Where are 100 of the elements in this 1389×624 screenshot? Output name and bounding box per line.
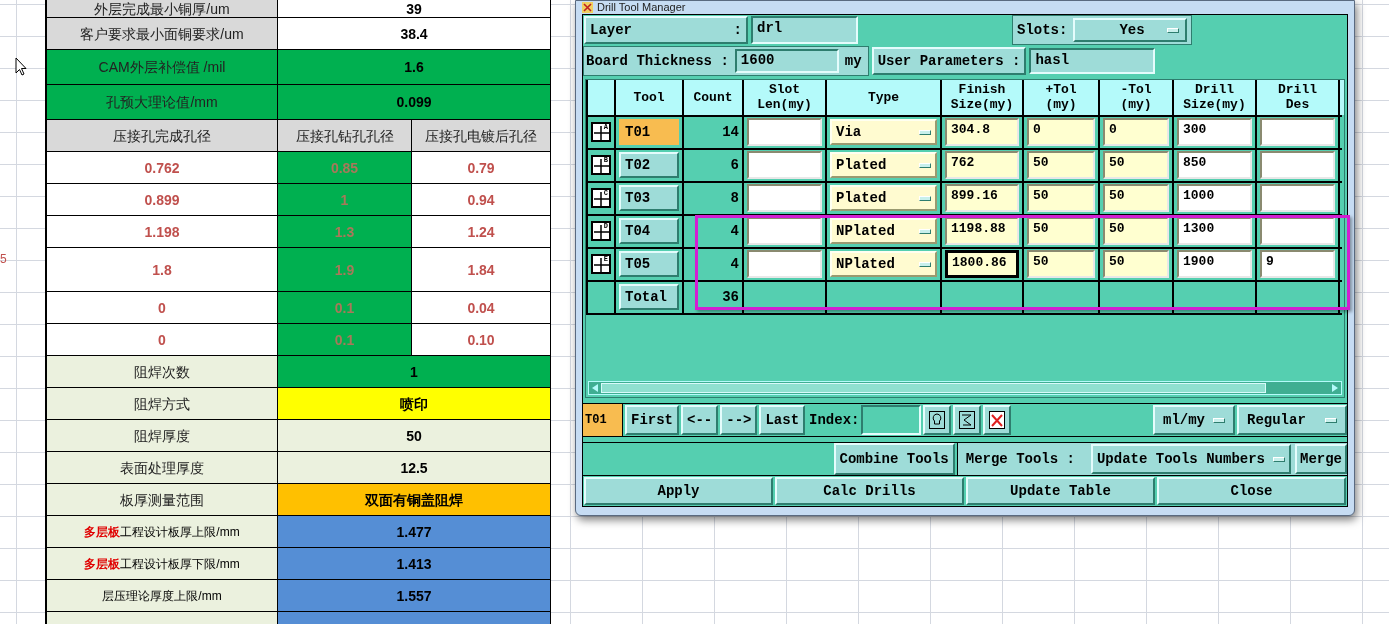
- input-field[interactable]: [747, 184, 822, 213]
- table-cell-text: 4: [730, 221, 739, 241]
- units-dropdown[interactable]: ml/my: [1153, 405, 1235, 436]
- table-cell: 阻焊厚度: [47, 420, 278, 452]
- nav-button[interactable]: Last: [759, 405, 806, 436]
- table-cell: [588, 281, 614, 313]
- delete-button[interactable]: [983, 405, 1012, 436]
- table-cell: 0.79: [412, 152, 551, 184]
- table-cell: 1.84: [412, 248, 551, 292]
- tool-button[interactable]: T01: [619, 119, 679, 146]
- input-field[interactable]: 0: [1027, 118, 1095, 147]
- table-cell: 1.477: [278, 516, 551, 548]
- table-cell: 0.1: [278, 292, 412, 324]
- input-field[interactable]: 50: [1027, 250, 1095, 279]
- column-header: Drill Size(my): [1174, 79, 1255, 115]
- type-dropdown[interactable]: NPlated: [830, 218, 937, 245]
- input-field[interactable]: 50: [1027, 184, 1095, 213]
- table-cell: 0: [47, 292, 278, 324]
- dropdown-icon: [1325, 417, 1337, 423]
- user-parameters-button[interactable]: User Parameters :: [871, 47, 1027, 76]
- tool-button[interactable]: T03: [619, 185, 679, 212]
- dropdown-icon: [1273, 456, 1285, 462]
- table-cell: 1.3: [278, 216, 412, 248]
- input-field[interactable]: [1260, 151, 1335, 180]
- merge-button[interactable]: Merge: [1295, 444, 1347, 475]
- type-dropdown[interactable]: Plated: [830, 185, 937, 212]
- board-thickness-label: Board Thickness :: [586, 51, 729, 71]
- table-cell: CAM外层补偿值 /mil: [47, 50, 278, 85]
- tool-button[interactable]: T04: [619, 218, 679, 245]
- action-button[interactable]: Close: [1157, 477, 1346, 506]
- input-field[interactable]: [1260, 217, 1335, 246]
- input-field[interactable]: 50: [1027, 151, 1095, 180]
- input-field[interactable]: 50: [1103, 184, 1169, 213]
- column-header: Drill Des: [1257, 79, 1338, 115]
- table-cell: 0.1: [278, 324, 412, 356]
- input-field[interactable]: 1198.88: [945, 217, 1019, 246]
- input-field[interactable]: 1800.86: [945, 250, 1019, 279]
- type-dropdown[interactable]: Via: [830, 119, 937, 146]
- input-field[interactable]: [1260, 118, 1335, 147]
- table-cell: 双面有铜盖阻焊: [278, 484, 551, 516]
- input-field[interactable]: [747, 151, 822, 180]
- unit-label: my: [844, 51, 863, 71]
- slots-dropdown[interactable]: Yes: [1073, 18, 1188, 43]
- table-cell: 39: [278, 0, 551, 18]
- input-field[interactable]: [1260, 184, 1335, 213]
- table-cell: 1.6: [278, 50, 551, 85]
- input-field[interactable]: 899.16: [945, 184, 1019, 213]
- nav-button[interactable]: -->: [720, 405, 758, 436]
- input-field[interactable]: 9: [1260, 250, 1335, 279]
- combine-tools-button[interactable]: Combine Tools: [833, 443, 955, 476]
- table-cell: 0.85: [278, 152, 412, 184]
- table-cell: 1.198: [47, 216, 278, 248]
- tool-button[interactable]: T02: [619, 152, 679, 179]
- layer-field[interactable]: drl: [751, 16, 858, 45]
- input-field[interactable]: 50: [1103, 151, 1169, 180]
- merge-mode-dropdown[interactable]: Update Tools Numbers: [1090, 444, 1291, 475]
- action-button[interactable]: Apply: [584, 477, 773, 506]
- table-cell: 阻焊方式: [47, 388, 278, 420]
- action-button[interactable]: Update Table: [966, 477, 1155, 506]
- input-field[interactable]: 850: [1177, 151, 1252, 180]
- table-cell: 板厚测量范围: [47, 484, 278, 516]
- input-field[interactable]: 50: [1103, 217, 1169, 246]
- input-field[interactable]: [747, 217, 822, 246]
- type-dropdown[interactable]: NPlated: [830, 251, 937, 278]
- column-header: Slot Len(my): [744, 79, 825, 115]
- table-cell-text: 36: [722, 287, 739, 307]
- tool-button[interactable]: T05: [619, 251, 679, 278]
- mode-dropdown[interactable]: Regular: [1237, 405, 1347, 436]
- input-field[interactable]: 1000: [1177, 184, 1252, 213]
- input-field[interactable]: 1300: [1177, 217, 1252, 246]
- input-field[interactable]: 1900: [1177, 250, 1252, 279]
- table-cell: [588, 79, 614, 115]
- nav-button[interactable]: <--: [681, 405, 719, 436]
- chart-button[interactable]: [953, 405, 982, 436]
- table-cell: 1: [278, 184, 412, 216]
- input-field[interactable]: 0: [1103, 118, 1169, 147]
- table-cell: 孔预大理论值/mm: [47, 85, 278, 120]
- app-icon: [582, 2, 593, 13]
- action-button[interactable]: Calc Drills: [775, 477, 964, 506]
- input-field[interactable]: [747, 118, 822, 147]
- type-dropdown[interactable]: Plated: [830, 152, 937, 179]
- input-field[interactable]: 762: [945, 151, 1019, 180]
- nav-button[interactable]: First: [625, 405, 679, 436]
- input-field[interactable]: 50: [1027, 217, 1095, 246]
- delete-icon: [989, 411, 1006, 430]
- input-field[interactable]: 300: [1177, 118, 1252, 147]
- user-parameters-field[interactable]: hasl: [1029, 48, 1156, 75]
- board-thickness-field[interactable]: 1600: [734, 49, 839, 74]
- input-field[interactable]: [747, 250, 822, 279]
- table-cell: 多层板工程设计板厚下限/mm: [47, 548, 278, 580]
- total-button[interactable]: Total: [619, 284, 679, 311]
- curve-icon: [959, 411, 976, 430]
- table-cell: 1.557: [278, 580, 551, 612]
- horizontal-scrollbar[interactable]: [588, 381, 1342, 396]
- table-cell: 多层板工程设计板厚上限/mm: [47, 516, 278, 548]
- input-field[interactable]: 50: [1103, 250, 1169, 279]
- table-cell: 12.5: [278, 452, 551, 484]
- bulb-button[interactable]: [923, 405, 952, 436]
- input-field[interactable]: 304.8: [945, 118, 1019, 147]
- index-field[interactable]: [861, 405, 922, 436]
